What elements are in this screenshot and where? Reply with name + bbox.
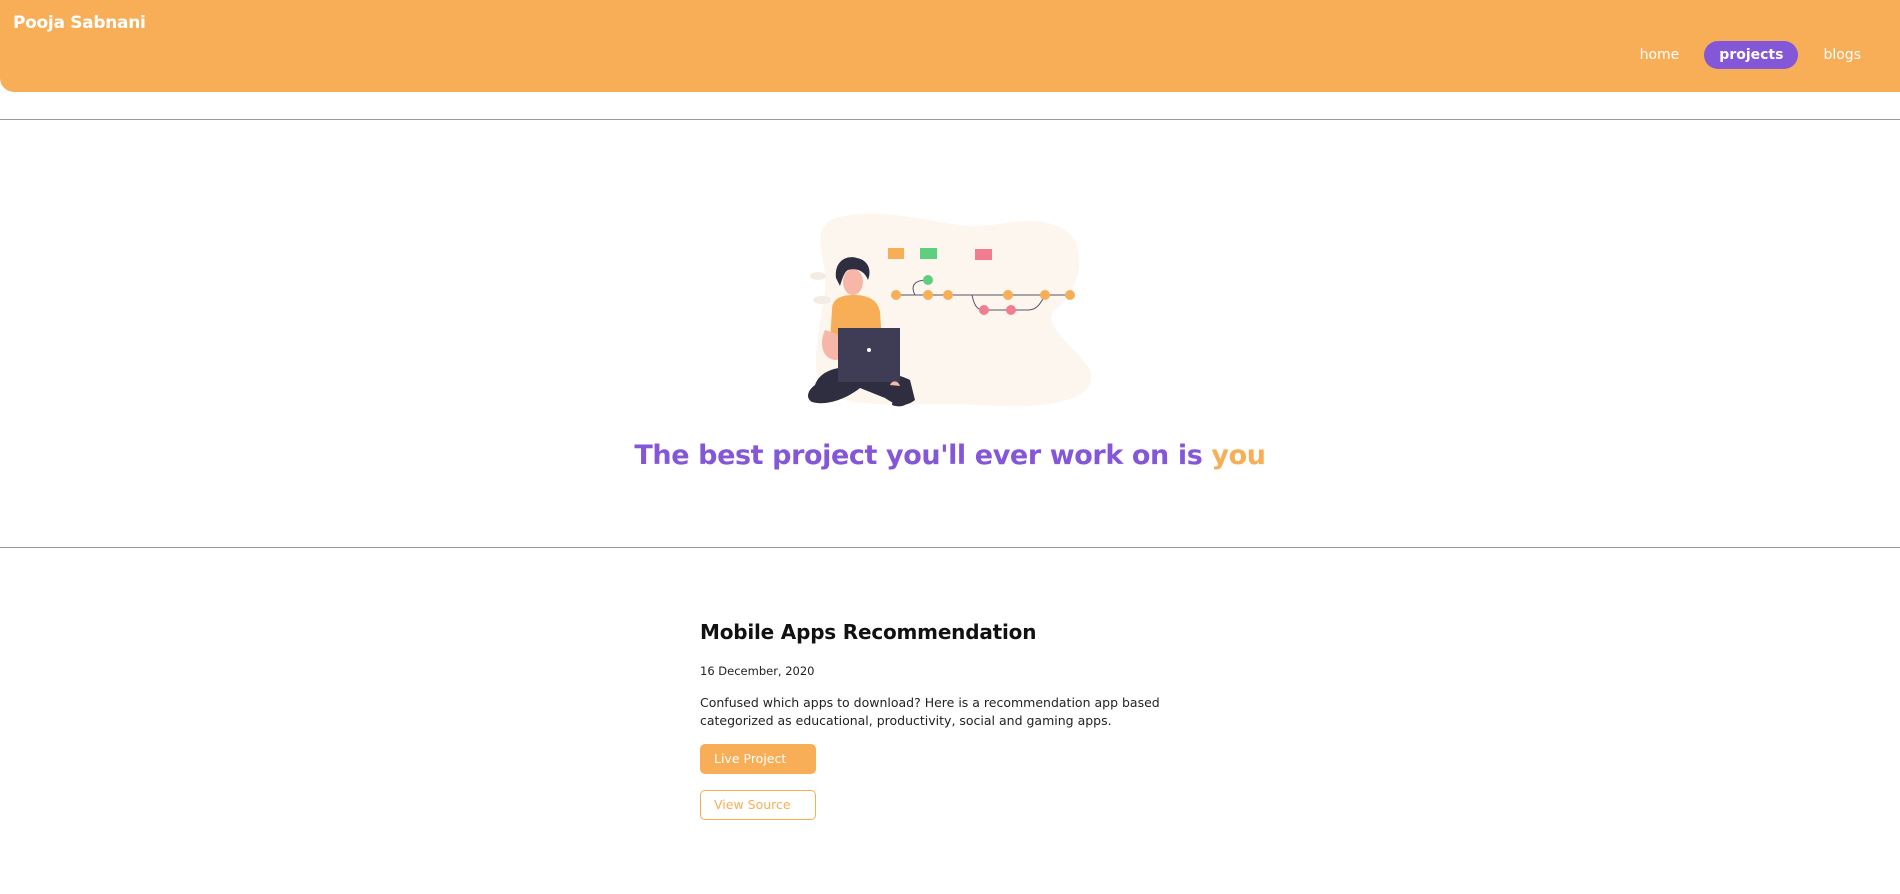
nav-projects[interactable]: projects [1704, 41, 1799, 69]
live-project-button[interactable]: Live Project [700, 744, 816, 774]
header-bar: Pooja Sabnani home projects blogs [0, 0, 1900, 92]
nav-home[interactable]: home [1625, 41, 1695, 69]
site-brand[interactable]: Pooja Sabnani [13, 13, 146, 33]
project-card: Mobile Apps Recommendation 16 December, … [700, 620, 1200, 820]
divider-top [0, 119, 1900, 120]
hero-tagline: The best project you'll ever work on is … [0, 440, 1900, 471]
nav-blogs[interactable]: blogs [1808, 41, 1876, 69]
project-description: Confused which apps to download? Here is… [700, 695, 1160, 728]
view-source-button[interactable]: View Source [700, 790, 816, 820]
divider-middle [0, 547, 1900, 548]
project-title: Mobile Apps Recommendation [700, 620, 1037, 644]
person-with-laptop-illustration [808, 213, 1092, 407]
tagline-main-text: The best project you'll ever work on is [634, 440, 1212, 471]
tagline-accent-text: you [1211, 440, 1266, 471]
project-date: 16 December, 2020 [700, 664, 815, 678]
main-nav: home projects blogs [1625, 41, 1876, 69]
